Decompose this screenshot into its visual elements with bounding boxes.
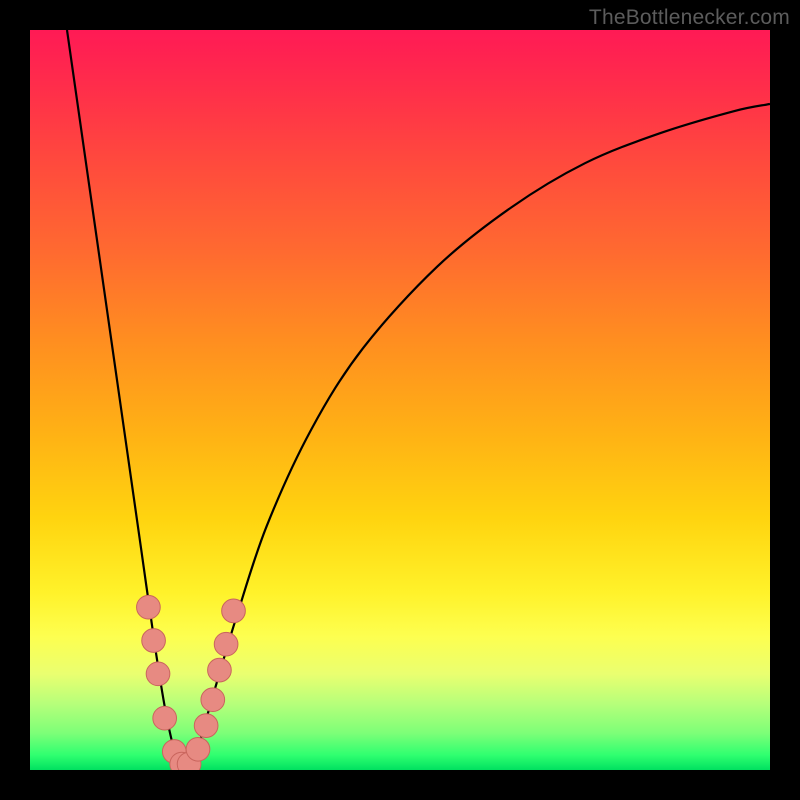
outer-frame: TheBottlenecker.com	[0, 0, 800, 800]
watermark-text: TheBottlenecker.com	[589, 6, 790, 30]
data-marker	[186, 737, 210, 761]
data-markers	[137, 595, 246, 770]
data-marker	[194, 714, 218, 738]
data-marker	[153, 706, 177, 730]
data-marker	[208, 658, 232, 682]
curve-layer	[30, 30, 770, 770]
data-marker	[201, 688, 225, 712]
data-marker	[142, 629, 166, 653]
plot-area	[30, 30, 770, 770]
bottleneck-curve	[67, 30, 770, 770]
data-marker	[214, 632, 238, 656]
data-marker	[222, 599, 246, 623]
data-marker	[146, 662, 170, 686]
data-marker	[137, 595, 161, 619]
